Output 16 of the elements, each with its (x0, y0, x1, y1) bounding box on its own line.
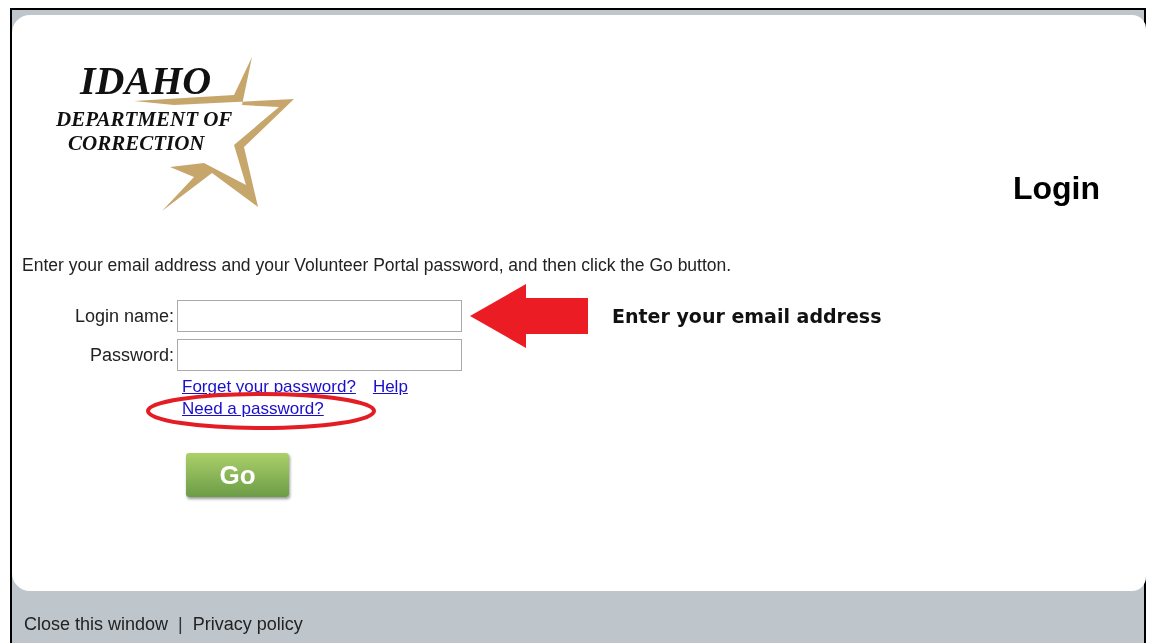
logo-text: DEPARTMENT OF (56, 107, 233, 132)
field-label: Password: (88, 344, 175, 366)
help-link[interactable]: Help (372, 377, 408, 397)
footer-link[interactable]: Close this window (24, 614, 169, 635)
logo-text: IDAHO (80, 57, 212, 104)
password-field[interactable] (177, 339, 462, 371)
footer-link[interactable]: Privacy policy (192, 614, 303, 635)
separator: | (178, 614, 183, 635)
arrow-icon (470, 284, 588, 348)
page-title: Login (1012, 170, 1100, 207)
field-label: Login name: (73, 305, 175, 327)
annotation-text: Enter your email address (612, 305, 882, 327)
login-name-field[interactable] (177, 300, 462, 332)
logo-text: CORRECTION (68, 131, 205, 156)
help-link[interactable]: Forget your password? (182, 377, 356, 397)
instruction-text: Enter your email address and your Volunteer Portal password, and then click the Go button. (22, 255, 733, 276)
